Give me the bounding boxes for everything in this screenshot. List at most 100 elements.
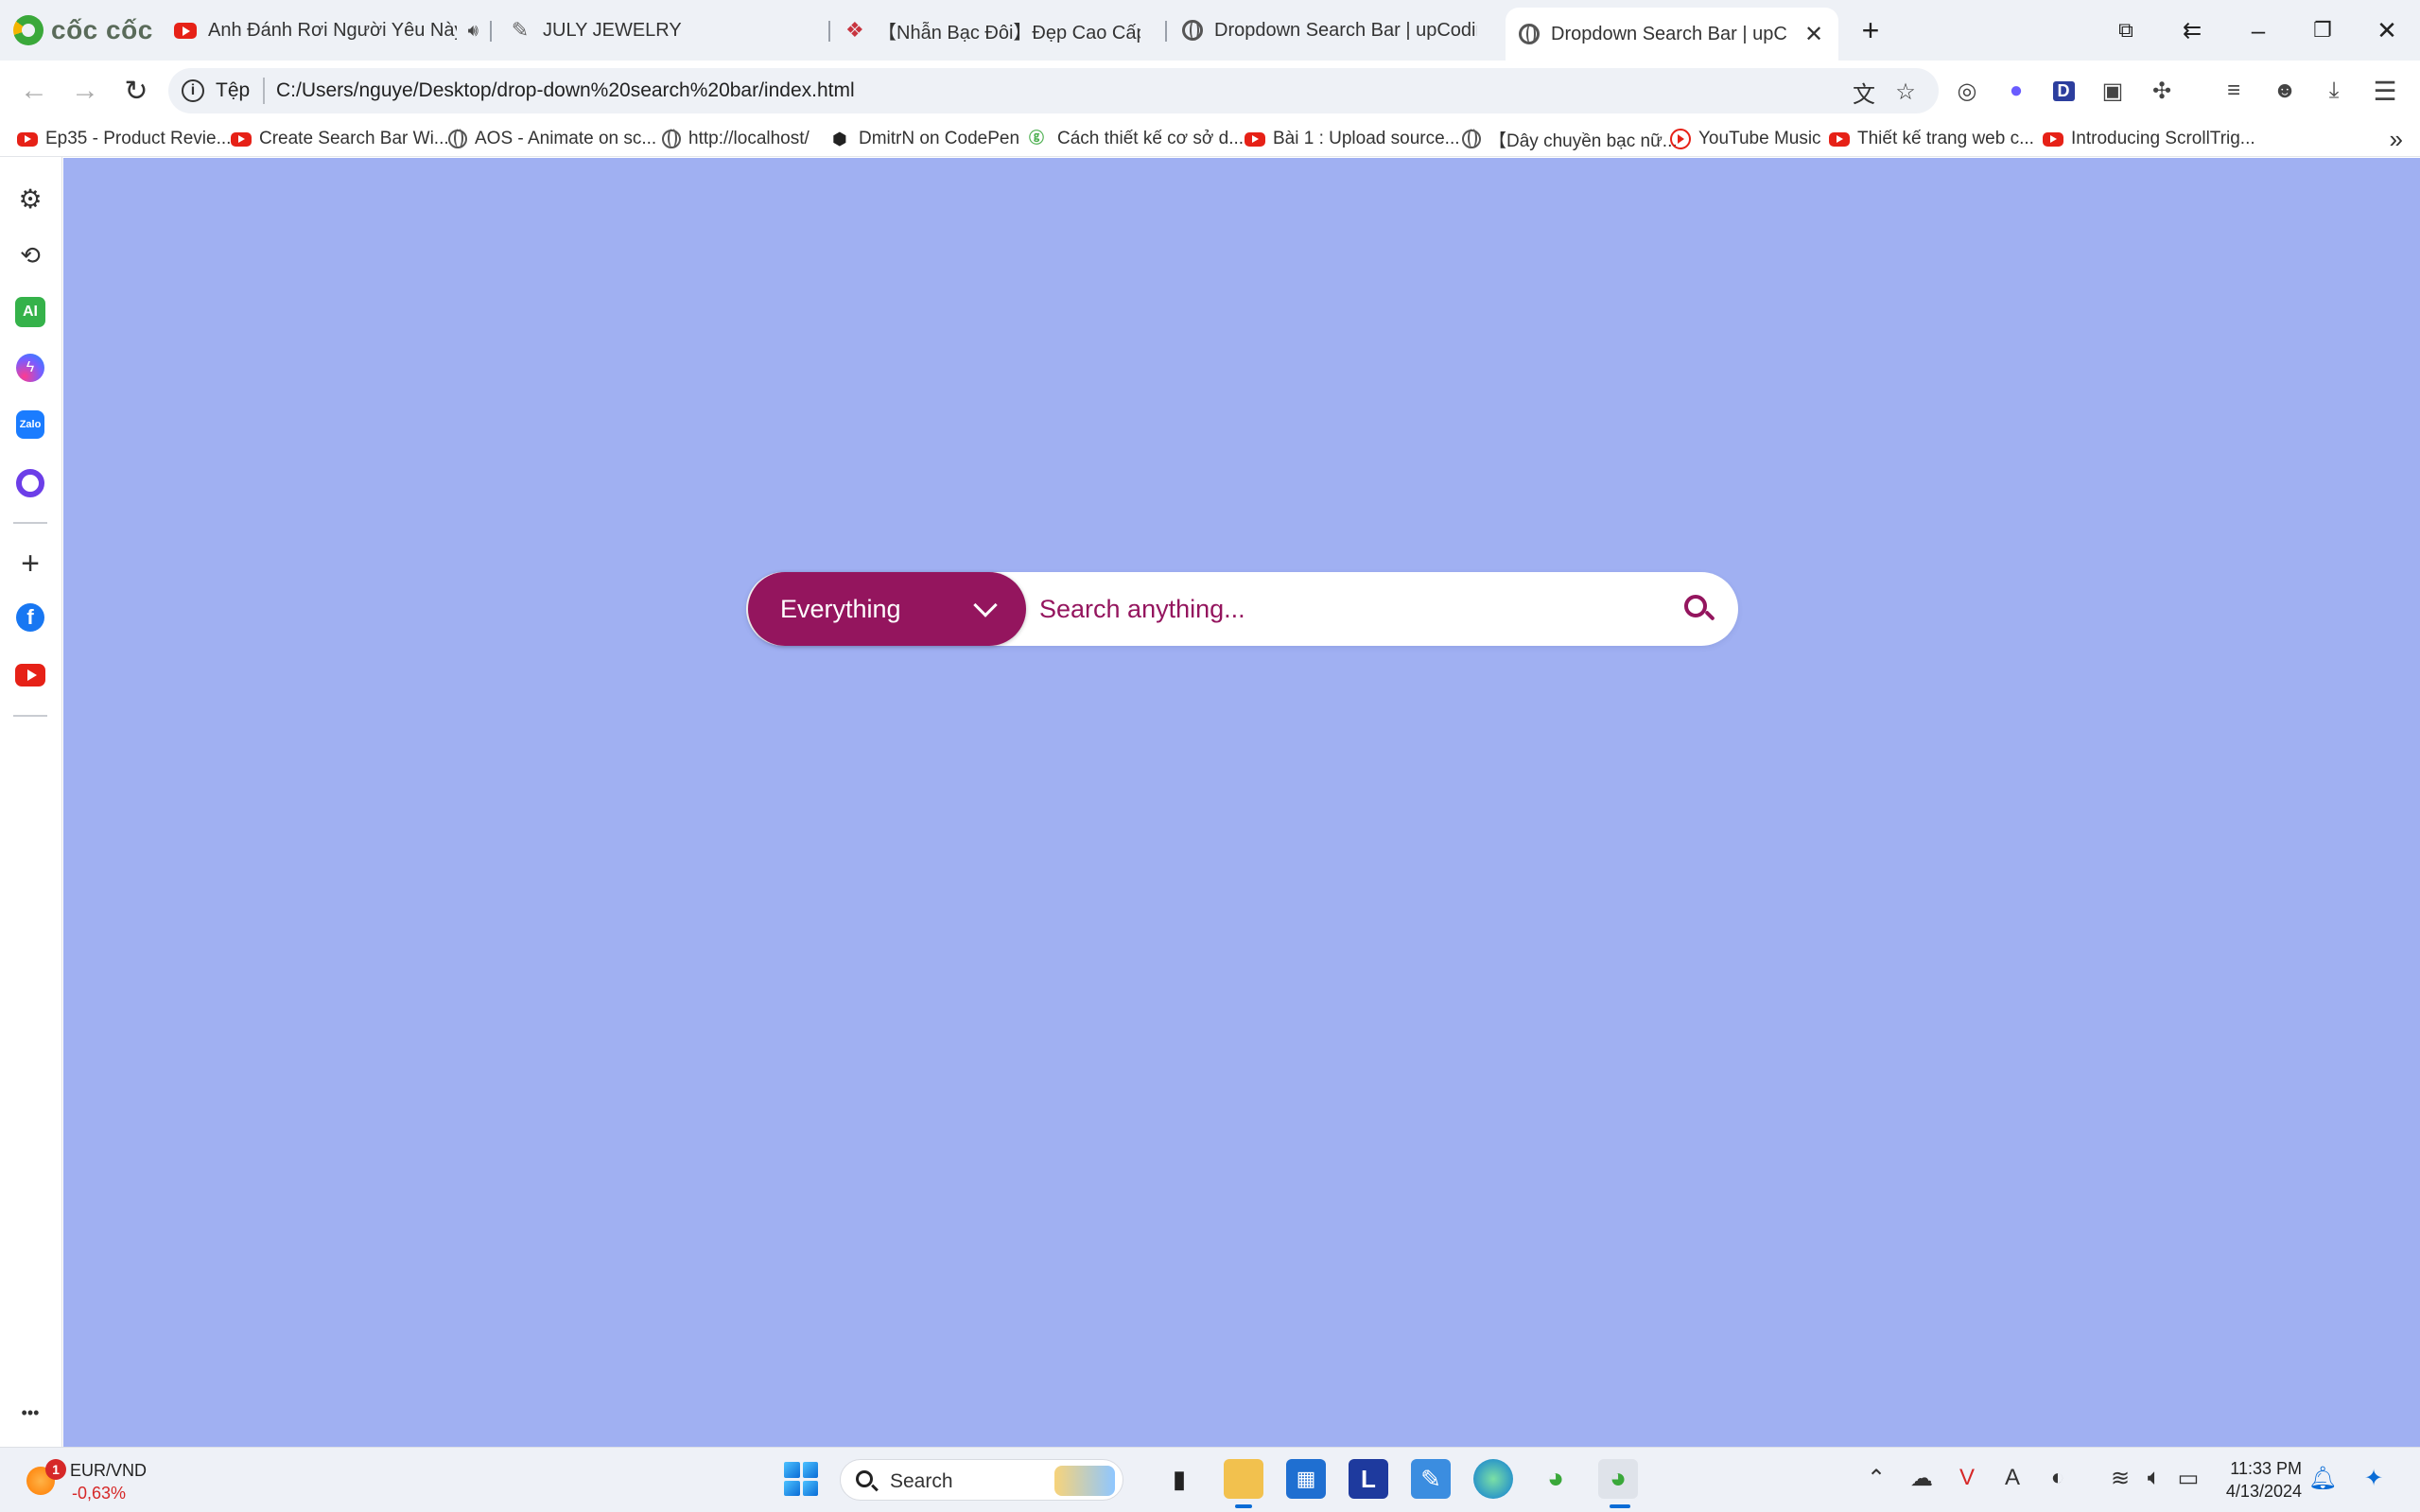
sidebar: ⚙ ⟲ AI ϟ Zalo + f ••• xyxy=(0,157,62,1447)
messenger-icon[interactable]: ϟ xyxy=(16,354,44,382)
compass-extension-icon[interactable]: ◎ xyxy=(1952,76,1982,106)
taskbar-search[interactable]: Search xyxy=(840,1459,1123,1501)
battery-icon[interactable]: ▭ xyxy=(2173,1465,2203,1492)
coccoc-logo-icon xyxy=(13,15,44,45)
search-input[interactable] xyxy=(1039,585,1663,633)
coccoc-icon[interactable]: ◕ xyxy=(1536,1459,1576,1499)
back-history-icon[interactable]: ⇇ xyxy=(2175,13,2209,47)
youtube-music-icon xyxy=(1670,129,1691,149)
d-extension-icon[interactable]: D xyxy=(2048,76,2079,106)
settings-icon[interactable]: ⚙ xyxy=(13,182,47,216)
coccoc-active-icon[interactable]: ◕ xyxy=(1598,1459,1638,1499)
search-button[interactable] xyxy=(1682,593,1716,627)
bookmark-item[interactable]: ⬢ DmitrN on CodePen xyxy=(832,125,1019,153)
restore-button[interactable]: ❐ xyxy=(2306,13,2340,47)
input-language-icon[interactable]: A xyxy=(1997,1465,2028,1491)
bookmark-item[interactable]: ⓖ Cách thiết kế cơ sở d... xyxy=(1029,125,1244,153)
bookmark-item[interactable]: AOS - Animate on sc... xyxy=(448,125,656,153)
youtube-icon[interactable] xyxy=(15,664,45,686)
more-options-icon[interactable]: ••• xyxy=(13,1396,47,1430)
bookmarks-bar: Ep35 - Product Revie... Create Search Ba… xyxy=(0,121,2420,157)
file-explorer-icon[interactable] xyxy=(1224,1459,1263,1499)
ai-assistant-icon[interactable]: AI xyxy=(15,297,45,327)
bookmark-label: http://localhost/ xyxy=(688,129,810,148)
bookmark-star-icon[interactable]: ☆ xyxy=(1891,78,1920,106)
tab-3[interactable]: ❖ 【Nhẫn Bạc Đôi】Đẹp Cao Cấp Mới xyxy=(832,8,1154,53)
youtube-icon xyxy=(2043,131,2063,147)
bookmark-item[interactable]: Thiết kế trang web c... xyxy=(1829,125,2034,153)
category-dropdown[interactable]: Everything xyxy=(748,572,1026,646)
add-app-icon[interactable]: + xyxy=(13,546,47,582)
youtube-icon xyxy=(1245,131,1265,147)
q-search-icon[interactable] xyxy=(16,469,44,497)
back-button[interactable]: ← xyxy=(15,74,53,108)
tab-title: Anh Đánh Rơi Người Yêu Này, xyxy=(208,19,457,41)
tab-title: JULY JEWELRY xyxy=(543,19,682,41)
task-view-icon[interactable]: ▮ xyxy=(1159,1459,1199,1499)
windows-icon xyxy=(784,1462,818,1496)
currency-widget[interactable]: 1 EUR/VND -0,63% xyxy=(19,1455,180,1504)
wifi-icon[interactable]: ≋ xyxy=(2105,1465,2135,1492)
bookmark-item[interactable]: Bài 1 : Upload source... xyxy=(1245,125,1460,153)
store-icon[interactable]: ▦ xyxy=(1286,1459,1326,1499)
bookmark-label: Cách thiết kế cơ sở d... xyxy=(1057,129,1245,148)
facebook-icon[interactable]: f xyxy=(16,603,44,632)
bookmark-label: 【Dây chuyền bạc nữ... xyxy=(1489,130,1678,151)
tab-strip: cốc cốc Anh Đánh Rơi Người Yêu Này, 🔊︎ ✎… xyxy=(0,0,2420,61)
minimize-button[interactable]: – xyxy=(2241,13,2275,47)
tab-active[interactable]: Dropdown Search Bar | upCo ✕ xyxy=(1506,8,1838,61)
zalo-icon[interactable]: Zalo xyxy=(16,410,44,439)
ghost-extension-icon[interactable]: ● xyxy=(2001,76,2031,106)
globe-icon xyxy=(662,129,681,148)
menu-icon[interactable]: ☰ xyxy=(2370,76,2400,106)
reading-list-icon[interactable]: ≡ xyxy=(2219,76,2249,106)
tab-separator xyxy=(1165,21,1167,42)
speaker-icon[interactable]: 🔊︎ xyxy=(468,21,479,41)
globe-icon xyxy=(1519,24,1540,44)
notification-badge: 1 xyxy=(45,1459,66,1480)
bookmark-item[interactable]: YouTube Music xyxy=(1670,125,1821,153)
browser-brand[interactable]: cốc cốc xyxy=(13,13,153,47)
tab-separator xyxy=(490,21,492,42)
url-text[interactable]: C:/Users/nguye/Desktop/drop-down%20searc… xyxy=(276,79,855,102)
image-extension-icon[interactable]: ▣ xyxy=(2098,76,2128,106)
focus-icon[interactable]: ◐ xyxy=(2043,1465,2073,1491)
copilot-icon[interactable]: ✦ xyxy=(2359,1465,2389,1492)
brush-icon: ✎ xyxy=(511,18,530,42)
close-tab-icon[interactable]: ✕ xyxy=(1804,21,1823,48)
close-window-button[interactable]: ✕ xyxy=(2370,13,2404,47)
start-button[interactable] xyxy=(781,1459,821,1499)
tab-4[interactable]: Dropdown Search Bar | upCoding xyxy=(1169,8,1490,53)
puzzle-extensions-icon[interactable]: ✣ xyxy=(2147,76,2177,106)
cloud-sync-icon[interactable]: ☁ xyxy=(1906,1465,1937,1492)
globe-icon xyxy=(1462,129,1481,148)
reload-button[interactable]: ↻ xyxy=(117,74,155,108)
info-icon[interactable]: i xyxy=(182,79,204,102)
more-bookmarks-icon[interactable]: » xyxy=(2390,125,2403,154)
tab-search-icon[interactable]: ⧉ xyxy=(2109,13,2143,47)
bookmark-item[interactable]: Ep35 - Product Revie... xyxy=(17,125,231,153)
vietkey-icon[interactable]: V xyxy=(1952,1465,1982,1491)
draw-app-icon[interactable]: ✎ xyxy=(1411,1459,1451,1499)
volume-icon[interactable]: 🔈︎ xyxy=(2139,1465,2169,1491)
bookmark-item[interactable]: Introducing ScrollTrig... xyxy=(2043,125,2255,153)
notification-bell-icon[interactable]: 🔔︎ xyxy=(2307,1465,2338,1492)
show-hidden-icons[interactable]: ⌃ xyxy=(1861,1465,1891,1492)
address-divider xyxy=(263,78,265,104)
l-app-icon[interactable]: L xyxy=(1349,1459,1388,1499)
system-clock[interactable]: 11:33 PM 4/13/2024 xyxy=(2222,1457,2302,1503)
address-bar[interactable]: i Tệp C:/Users/nguye/Desktop/drop-down%2… xyxy=(168,68,1939,113)
tab-1[interactable]: Anh Đánh Rơi Người Yêu Này, 🔊︎ xyxy=(161,8,492,53)
new-tab-button[interactable]: + xyxy=(1854,13,1888,47)
bookmark-item[interactable]: 【Dây chuyền bạc nữ... xyxy=(1462,125,1678,153)
bookmark-item[interactable]: Create Search Bar Wi... xyxy=(231,125,449,153)
history-icon[interactable]: ⟲ xyxy=(13,238,47,272)
translate-icon[interactable]: 文 xyxy=(1850,78,1878,108)
tab-2[interactable]: ✎ JULY JEWELRY xyxy=(496,8,817,53)
bookmark-item[interactable]: http://localhost/ xyxy=(662,125,810,153)
forward-button[interactable]: → xyxy=(66,74,104,108)
edge-icon[interactable] xyxy=(1473,1459,1513,1499)
download-icon[interactable]: ⤓ xyxy=(2319,76,2349,106)
mascot-icon[interactable]: ☻ xyxy=(2270,76,2300,106)
chevron-down-icon xyxy=(973,593,998,617)
